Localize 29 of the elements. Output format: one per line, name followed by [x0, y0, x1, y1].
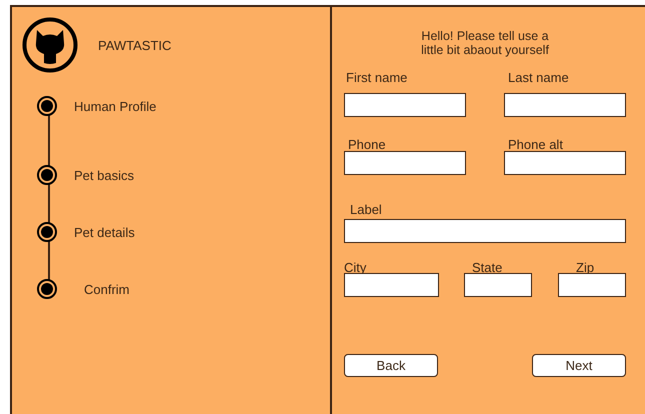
step-label: Pet basics — [74, 168, 134, 182]
field-label: City — [344, 260, 368, 276]
step-marker-icon — [37, 279, 57, 299]
field-label: Label — [350, 202, 383, 218]
field-label: Last name — [508, 70, 570, 86]
input-field[interactable] — [504, 151, 626, 175]
input-field[interactable] — [344, 273, 439, 297]
field-label: State — [472, 260, 504, 276]
cat-logo-icon — [22, 17, 78, 73]
input-field[interactable] — [344, 219, 626, 243]
step-marker-icon — [37, 165, 57, 185]
step-marker-icon — [37, 222, 57, 242]
input-field[interactable] — [558, 273, 626, 297]
field-label: Phone alt — [508, 137, 564, 153]
nav-button[interactable]: Next — [532, 354, 626, 377]
field-label: Phone — [348, 137, 387, 153]
nav-button[interactable]: Back — [344, 354, 438, 377]
step-label: Confrim — [84, 282, 130, 296]
field-label: Zip — [576, 260, 596, 276]
brand-name: PAWTASTIC — [98, 38, 172, 52]
step-marker-icon — [37, 96, 57, 116]
input-field[interactable] — [464, 273, 532, 297]
input-field[interactable] — [344, 151, 466, 175]
intro-text: Hello! Please tell use a little bit abaout yourself — [420, 29, 550, 57]
input-field[interactable] — [344, 93, 466, 117]
field-label: First name — [346, 70, 408, 86]
input-field[interactable] — [504, 93, 626, 117]
step-label: Human Profile — [74, 98, 156, 114]
step-label: Pet details — [74, 224, 135, 240]
